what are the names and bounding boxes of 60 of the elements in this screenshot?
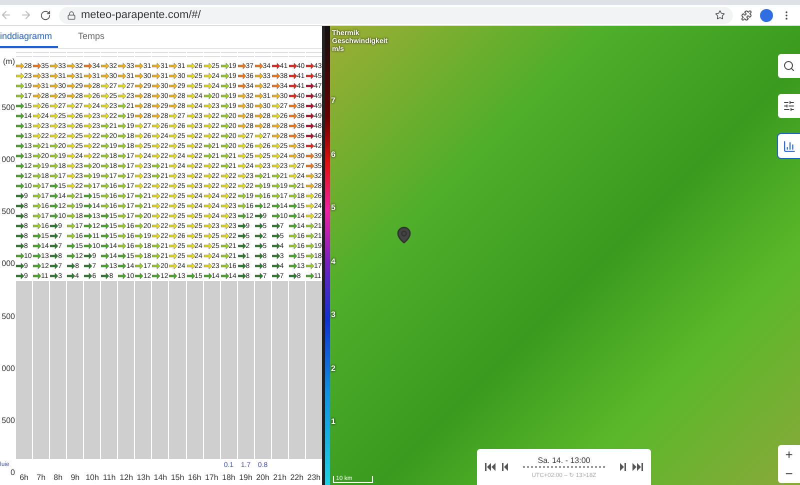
scale-value: 7	[331, 96, 336, 105]
tab[interactable]: Temps	[78, 26, 111, 48]
scale-value: 3	[331, 310, 336, 319]
hour-label: 12h	[118, 472, 134, 482]
hour-label: 10h	[84, 472, 100, 482]
hour-label: 18h	[221, 472, 236, 482]
settings-button[interactable]	[778, 94, 800, 118]
hour-label: 15h	[170, 472, 186, 482]
star-icon[interactable]	[715, 10, 725, 20]
lock-icon	[67, 10, 76, 20]
axis-label: 000	[2, 364, 15, 373]
scale-value: 2	[331, 364, 336, 372]
chart-button[interactable]	[778, 134, 800, 158]
first-button[interactable]	[485, 463, 496, 471]
hour-label: 8h	[52, 472, 64, 482]
address-bar[interactable]: meteo-parapente.com/#/	[59, 6, 733, 24]
axis-label: 500	[2, 312, 15, 321]
scale-value: 6	[331, 150, 336, 158]
axis-label: 000	[2, 260, 15, 268]
map-pin-icon[interactable]	[395, 226, 413, 244]
hour-label: 7h	[36, 472, 47, 482]
hour-label: 20h	[255, 472, 270, 482]
search-button[interactable]	[778, 54, 800, 78]
next-button[interactable]	[619, 463, 626, 471]
last-button[interactable]	[632, 463, 643, 471]
hour-label: 21h	[272, 472, 288, 482]
hour-label: 23h	[306, 472, 322, 482]
bar-chart-icon	[782, 140, 796, 152]
hour-label: 19h	[238, 472, 254, 482]
scale-value: 5	[331, 203, 336, 212]
skip-last-icon	[632, 463, 643, 471]
reload-icon[interactable]	[40, 10, 51, 20]
hour-label: 9h	[70, 472, 81, 482]
scale-value: 4	[331, 256, 336, 266]
axis-label: 500	[2, 104, 15, 112]
profile-avatar[interactable]	[760, 8, 773, 22]
hour-label: 16h	[186, 472, 202, 482]
hour-label: 13h	[136, 472, 152, 482]
zoom-in-button[interactable]: +	[778, 445, 800, 464]
search-icon	[783, 60, 795, 72]
zoom-out-button[interactable]: −	[778, 464, 800, 483]
axis-label: 000	[2, 156, 15, 164]
scale-value: 1	[331, 417, 336, 426]
step-forward-icon	[619, 463, 626, 471]
hour-label: 14h	[152, 472, 168, 482]
url-text: meteo-parapente.com/#/	[81, 9, 201, 21]
step-back-icon	[502, 463, 509, 471]
axis-label: 0	[10, 468, 15, 477]
previous-button[interactable]	[502, 463, 509, 471]
skip-first-icon	[485, 463, 496, 471]
axis-label: 500	[2, 416, 15, 425]
hour-label: 17h	[204, 472, 220, 482]
axis-label: (m)	[3, 57, 15, 66]
sliders-icon	[783, 100, 795, 112]
puzzle-icon[interactable]	[741, 10, 752, 20]
hour-label: 22h	[289, 472, 305, 482]
axis-label: 500	[2, 208, 15, 216]
hour-label: 6h	[18, 472, 30, 482]
hour-label: 11h	[102, 472, 117, 482]
time-label: Sa. 14. - 13:00	[538, 456, 590, 464]
